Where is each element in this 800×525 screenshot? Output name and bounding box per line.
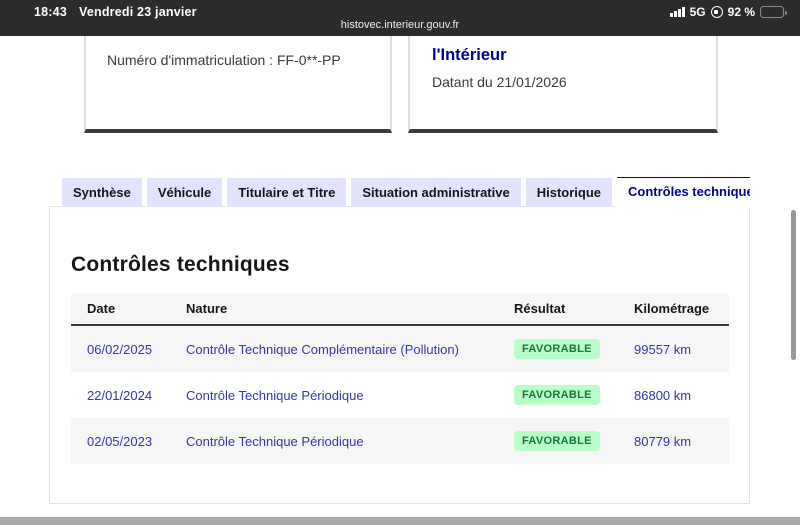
certificate-title: l'Intérieur — [432, 46, 716, 65]
histovec-page: 18:43 Vendredi 23 janvier histovec.inter… — [0, 0, 800, 525]
bottom-toolbar-edge — [0, 517, 800, 525]
rotation-lock-icon — [711, 6, 723, 18]
network-label: 5G — [690, 5, 706, 19]
table-row: 22/01/2024 Contrôle Technique Périodique… — [71, 372, 729, 418]
certificate-date: Datant du 21/01/2026 — [432, 74, 716, 90]
tab-situation-administrative[interactable]: Situation administrative — [351, 178, 520, 207]
cell-kilometrage: 99557 km — [634, 342, 729, 357]
cell-kilometrage: 80779 km — [634, 434, 729, 449]
status-badge: FAVORABLE — [514, 431, 600, 451]
cell-nature: Contrôle Technique Complémentaire (Pollu… — [186, 342, 514, 357]
tab-titulaire-et-titre[interactable]: Titulaire et Titre — [227, 178, 346, 207]
scrollbar-thumb[interactable] — [791, 210, 796, 360]
cell-nature: Contrôle Technique Périodique — [186, 434, 514, 449]
registration-card: Numéro d'immatriculation : FF-0**-PP — [84, 36, 392, 133]
registration-number: Numéro d'immatriculation : FF-0**-PP — [107, 52, 390, 68]
col-kilometrage: Kilométrage — [634, 301, 729, 316]
tab-synth-se[interactable]: Synthèse — [62, 178, 142, 207]
cell-kilometrage: 86800 km — [634, 388, 729, 403]
col-resultat: Résultat — [514, 301, 634, 316]
date-label: Vendredi 23 janvier — [79, 5, 197, 19]
status-bar: 18:43 Vendredi 23 janvier histovec.inter… — [0, 0, 800, 36]
col-nature: Nature — [186, 301, 514, 316]
cell-resultat: FAVORABLE — [514, 431, 634, 451]
status-badge: FAVORABLE — [514, 385, 600, 405]
controles-techniques-panel: Contrôles techniques Date Nature Résulta… — [49, 206, 750, 504]
status-badge: FAVORABLE — [514, 339, 600, 359]
battery-icon — [760, 6, 784, 18]
status-left: 18:43 Vendredi 23 janvier — [34, 5, 197, 19]
cell-date: 02/05/2023 — [71, 434, 186, 449]
tab-bar: SynthèseVéhiculeTitulaire et TitreSituat… — [62, 177, 750, 207]
clock: 18:43 — [34, 5, 67, 19]
table-header: Date Nature Résultat Kilométrage — [71, 293, 729, 326]
cell-resultat: FAVORABLE — [514, 339, 634, 359]
table-row: 02/05/2023 Contrôle Technique Périodique… — [71, 418, 729, 464]
cellular-signal-icon — [670, 7, 685, 17]
battery-percent: 92 % — [728, 5, 755, 19]
cell-nature: Contrôle Technique Périodique — [186, 388, 514, 403]
tab-contr-les-techniques[interactable]: Contrôles techniques — [617, 177, 750, 207]
tab-v-hicule[interactable]: Véhicule — [147, 178, 222, 207]
table-row: 06/02/2025 Contrôle Technique Complément… — [71, 326, 729, 372]
page-title: Contrôles techniques — [71, 253, 290, 277]
inspections-table: Date Nature Résultat Kilométrage 06/02/2… — [71, 293, 729, 464]
cell-date: 22/01/2024 — [71, 388, 186, 403]
cell-resultat: FAVORABLE — [514, 385, 634, 405]
tab-historique[interactable]: Historique — [526, 178, 612, 207]
cell-date: 06/02/2025 — [71, 342, 186, 357]
status-right: 5G 92 % — [670, 5, 784, 19]
certificate-card: l'Intérieur Datant du 21/01/2026 — [408, 36, 718, 133]
col-date: Date — [71, 301, 186, 316]
table-body: 06/02/2025 Contrôle Technique Complément… — [71, 326, 729, 464]
url-bar[interactable]: histovec.interieur.gouv.fr — [0, 19, 800, 31]
